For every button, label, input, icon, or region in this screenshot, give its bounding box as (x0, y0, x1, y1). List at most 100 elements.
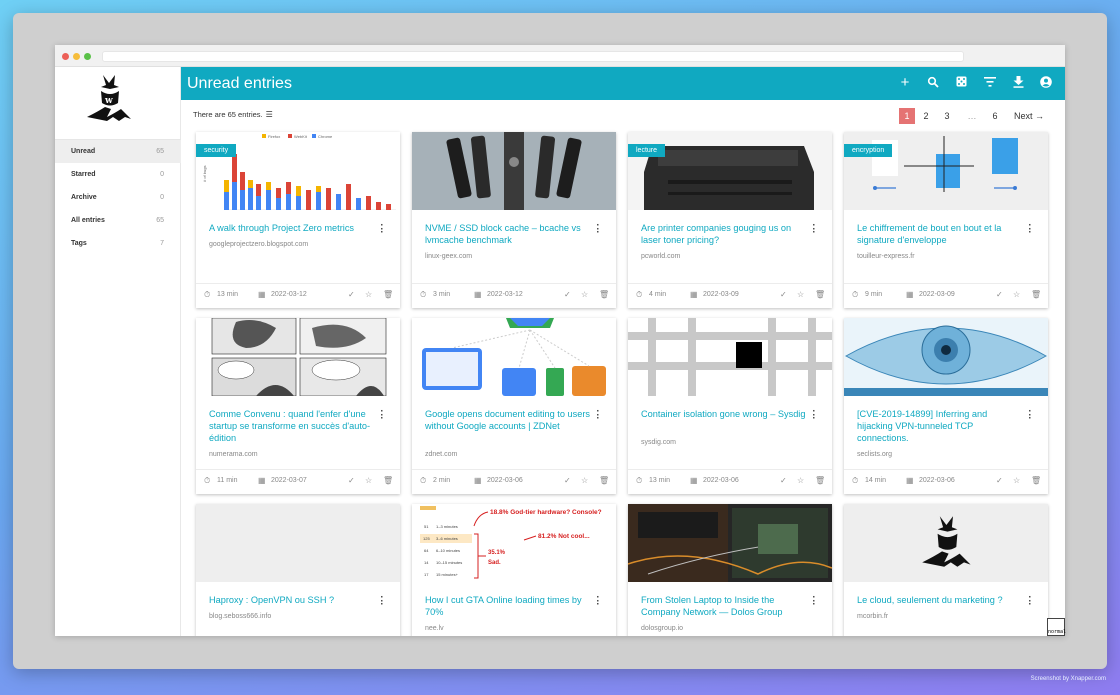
entry-domain[interactable]: pcworld.com (641, 253, 680, 260)
entry-title[interactable]: From Stolen Laptop to Inside the Company… (641, 594, 806, 618)
page-6-link[interactable]: 6 (987, 108, 1003, 124)
delete-icon[interactable]: 🗑 (1031, 476, 1041, 485)
entry-tag[interactable]: lecture (628, 144, 666, 157)
entry-menu-icon[interactable]: · · · (380, 407, 384, 424)
mark-read-icon[interactable]: ✓ (348, 290, 355, 299)
survey-count: 125 (423, 536, 430, 541)
reading-time: 13 min (217, 291, 239, 298)
add-icon[interactable]: + (898, 75, 912, 90)
mark-read-icon[interactable]: ✓ (996, 476, 1003, 485)
entry-card[interactable]: [CVE-2019-14899] Inferring and hijacking… (844, 318, 1048, 494)
delete-icon[interactable]: 🗑 (599, 290, 609, 299)
delete-icon[interactable]: 🗑 (383, 476, 393, 485)
sidebar-item-tags[interactable]: Tags 7 (55, 232, 181, 255)
entry-menu-icon[interactable]: · · · (1028, 221, 1032, 238)
entry-domain[interactable]: touilleur-express.fr (857, 253, 915, 260)
page-3-link[interactable]: 3 (939, 108, 955, 124)
minimize-window-dot[interactable] (73, 53, 80, 60)
entry-title[interactable]: NVME / SSD block cache – bcache vs lvmca… (425, 222, 590, 246)
entry-domain[interactable]: nee.lv (425, 625, 444, 632)
page-2-link[interactable]: 2 (918, 108, 934, 124)
star-icon[interactable]: ☆ (1013, 290, 1020, 299)
entry-domain[interactable]: seclists.org (857, 451, 892, 458)
entry-menu-icon[interactable]: · · · (812, 407, 816, 424)
entry-domain[interactable]: linux-geex.com (425, 253, 472, 260)
entry-title[interactable]: Le chiffrement de bout en bout et la sig… (857, 222, 1022, 246)
entry-domain[interactable]: googleprojectzero.blogspot.com (209, 241, 308, 248)
entry-card[interactable]: Google opens document editing to users w… (412, 318, 616, 494)
entry-tag[interactable]: security (196, 144, 237, 157)
entry-card[interactable]: From Stolen Laptop to Inside the Company… (628, 504, 832, 636)
entry-domain[interactable]: mcorbin.fr (857, 613, 888, 620)
mark-read-icon[interactable]: ✓ (348, 476, 355, 485)
entry-title[interactable]: How I cut GTA Online loading times by 70… (425, 594, 590, 618)
entry-title[interactable]: Comme Convenu : quand l'enfer d'une star… (209, 408, 374, 444)
entry-card[interactable]: Firefox WebKit Chrome # of bugs security… (196, 132, 400, 308)
delete-icon[interactable]: 🗑 (815, 290, 825, 299)
entry-menu-icon[interactable]: · · · (1028, 407, 1032, 424)
delete-icon[interactable]: 🗑 (1031, 290, 1041, 299)
sidebar-item-unread[interactable]: Unread 65 (55, 140, 181, 163)
entry-domain[interactable]: dolosgroup.io (641, 625, 683, 632)
address-bar[interactable] (102, 51, 964, 62)
entry-menu-icon[interactable]: · · · (812, 221, 816, 238)
entry-title[interactable]: Le cloud, seulement du marketing ? (857, 594, 1022, 606)
star-icon[interactable]: ☆ (581, 476, 588, 485)
entry-title[interactable]: Are printer companies gouging us on lase… (641, 222, 806, 246)
page-1-link[interactable]: 1 (899, 108, 915, 124)
chart-annotation: Sad. (488, 560, 501, 566)
random-icon[interactable] (954, 76, 968, 90)
sidebar-item-starred[interactable]: Starred 0 (55, 163, 181, 186)
entry-menu-icon[interactable]: · · · (812, 593, 816, 610)
star-icon[interactable]: ☆ (581, 290, 588, 299)
mark-read-icon[interactable]: ✓ (780, 476, 787, 485)
mark-read-icon[interactable]: ✓ (564, 290, 571, 299)
entry-menu-icon[interactable]: · · · (596, 593, 600, 610)
entry-domain[interactable]: sysdig.com (641, 439, 676, 446)
entry-card[interactable]: encryption Le chiffrement de bout en bou… (844, 132, 1048, 308)
download-icon[interactable] (1011, 76, 1025, 90)
star-icon[interactable]: ☆ (365, 476, 372, 485)
entry-card[interactable]: Comme Convenu : quand l'enfer d'une star… (196, 318, 400, 494)
account-icon[interactable] (1039, 76, 1053, 90)
maximize-window-dot[interactable] (84, 53, 91, 60)
next-page-link[interactable]: Next → (1009, 108, 1049, 124)
entry-card[interactable]: Le cloud, seulement du marketing ? mcorb… (844, 504, 1048, 636)
list-view-icon[interactable]: ☰ (266, 110, 273, 119)
page-ellipsis: … (967, 111, 977, 121)
mark-read-icon[interactable]: ✓ (996, 290, 1003, 299)
entry-card[interactable]: Container isolation gone wrong – Sysdig … (628, 318, 832, 494)
close-window-dot[interactable] (62, 53, 69, 60)
mark-read-icon[interactable]: ✓ (780, 290, 787, 299)
sidebar-item-archive[interactable]: Archive 0 (55, 186, 181, 209)
entry-card[interactable]: lecture Are printer companies gouging us… (628, 132, 832, 308)
entry-title[interactable]: [CVE-2019-14899] Inferring and hijacking… (857, 408, 1022, 444)
entry-domain[interactable]: zdnet.com (425, 451, 457, 458)
entry-menu-icon[interactable]: · · · (380, 593, 384, 610)
entry-card[interactable]: NVME / SSD block cache – bcache vs lvmca… (412, 132, 616, 308)
entry-menu-icon[interactable]: · · · (1028, 593, 1032, 610)
delete-icon[interactable]: 🗑 (599, 476, 609, 485)
entry-title[interactable]: A walk through Project Zero metrics (209, 222, 374, 234)
entry-title[interactable]: Container isolation gone wrong – Sysdig (641, 408, 806, 420)
entry-menu-icon[interactable]: · · · (596, 221, 600, 238)
entry-card[interactable]: 51 1–3 minutes 125 3–6 minutes 64 6–10 m… (412, 504, 616, 636)
delete-icon[interactable]: 🗑 (383, 290, 393, 299)
entry-title[interactable]: Google opens document editing to users w… (425, 408, 590, 432)
filter-icon[interactable] (983, 76, 997, 90)
mark-read-icon[interactable]: ✓ (564, 476, 571, 485)
star-icon[interactable]: ☆ (797, 290, 804, 299)
search-icon[interactable] (926, 76, 940, 90)
entry-domain[interactable]: blog.seboss666.info (209, 613, 271, 620)
entry-menu-icon[interactable]: · · · (596, 407, 600, 424)
entry-title[interactable]: Haproxy : OpenVPN ou SSH ? (209, 594, 374, 606)
entry-card[interactable]: Haproxy : OpenVPN ou SSH ? blog.seboss66… (196, 504, 400, 636)
sidebar-item-all-entries[interactable]: All entries 65 (55, 209, 181, 232)
entry-domain[interactable]: numerama.com (209, 451, 258, 458)
entry-tag[interactable]: encryption (844, 144, 893, 157)
delete-icon[interactable]: 🗑 (815, 476, 825, 485)
entry-menu-icon[interactable]: · · · (380, 221, 384, 238)
star-icon[interactable]: ☆ (365, 290, 372, 299)
star-icon[interactable]: ☆ (797, 476, 804, 485)
star-icon[interactable]: ☆ (1013, 476, 1020, 485)
